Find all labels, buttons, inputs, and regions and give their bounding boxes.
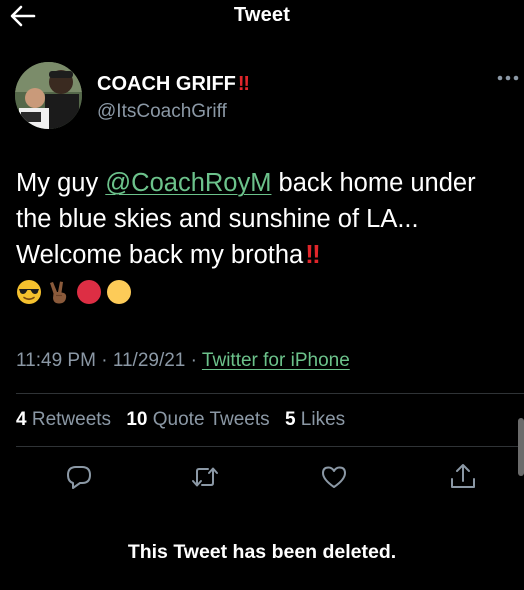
quote-tweets-stat[interactable]: 10 Quote Tweets [126,409,269,430]
user-handle[interactable]: @ItsCoachGriff [97,101,227,123]
yellow-circle-icon [107,280,131,304]
double-exclamation-emoji: ‼ [237,73,250,95]
retweet-icon[interactable] [190,462,220,492]
sunglasses-face-icon [17,280,41,304]
mention-link[interactable]: @CoachRoyM [105,169,271,197]
deleted-tweet-notice: This Tweet has been deleted. [127,541,397,563]
likes-label: Likes [300,409,346,430]
tweet-actions [0,462,524,492]
engagement-stats: 4 Retweets 10 Quote Tweets 5 Likes [16,409,355,431]
tweet-text-start: My guy [16,169,106,197]
tweet-text: My guy @CoachRoyM back home under the bl… [16,165,516,307]
tweet-time: 11:49 PM [16,350,96,371]
double-exclamation-emoji: ‼ [305,241,320,269]
avatar[interactable] [15,62,82,129]
retweets-stat[interactable]: 4 Retweets [16,409,111,430]
display-name[interactable]: COACH GRIFF ‼ [97,73,250,96]
likes-stat[interactable]: 5 Likes [285,409,345,430]
retweets-count: 4 [16,409,27,430]
tweet-source-link[interactable]: Twitter for iPhone [202,350,350,371]
top-bar: Tweet [0,0,524,36]
divider [16,446,524,447]
emoji-row [16,277,516,307]
share-icon[interactable] [448,462,478,492]
meta-separator: · [101,350,108,371]
likes-count: 5 [284,409,296,430]
quote-tweets-label: Quote Tweets [152,409,270,430]
meta-separator: · [190,350,197,371]
more-options-icon[interactable] [496,70,520,86]
scrollbar[interactable] [518,418,524,476]
tweet-meta: 11:49 PM · 11/29/21 · Twitter for iPhone [16,350,350,372]
divider [16,393,524,394]
display-name-text: COACH GRIFF [97,73,236,95]
like-icon[interactable] [319,462,349,492]
tweet-date: 11/29/21 [112,350,186,371]
victory-hand-icon [50,281,67,304]
page-title: Tweet [233,4,291,26]
retweets-label: Retweets [31,409,112,430]
avatar-photo [15,62,82,129]
red-circle-icon [77,280,101,304]
quote-tweets-count: 10 [126,409,148,430]
reply-icon[interactable] [64,462,94,492]
